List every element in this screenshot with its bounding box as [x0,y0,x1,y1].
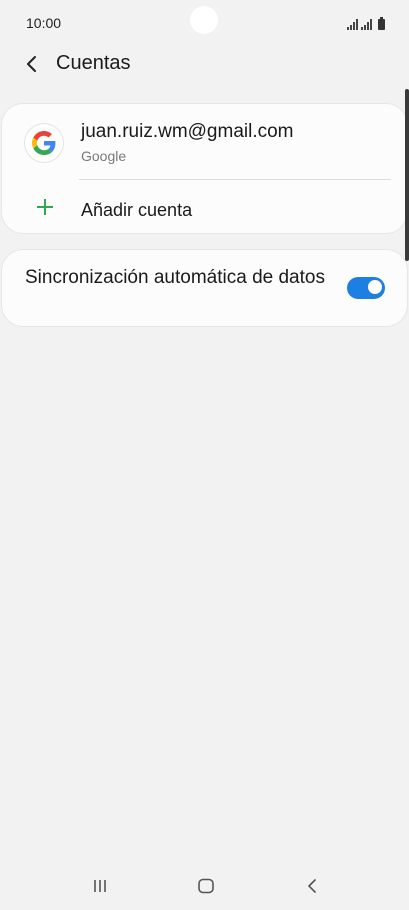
back-button[interactable] [16,48,48,80]
plus-icon [35,197,55,217]
auto-sync-card[interactable]: Sincronización automática de datos [1,249,408,327]
status-bar: 10:00 [0,0,409,46]
signal-icon [347,19,358,30]
add-account-label: Añadir cuenta [81,200,193,220]
battery-icon [378,17,385,30]
navigation-bar [0,862,409,910]
signal-icon [361,19,372,30]
toggle-knob [367,279,383,295]
status-time: 10:00 [26,15,62,31]
status-icons [347,16,385,30]
page-title: Cuentas [56,52,131,74]
recents-button[interactable] [88,876,112,896]
home-button[interactable] [194,876,218,896]
chevron-left-icon [27,56,36,72]
nav-back-icon [308,879,316,893]
google-logo-icon [25,124,63,162]
auto-sync-toggle[interactable] [347,277,385,299]
accounts-card: juan.ruiz.wm@gmail.com Google Añadir cue… [1,103,408,234]
app-bar: Cuentas [0,46,409,82]
home-icon [198,878,214,894]
nav-back-button[interactable] [300,876,324,896]
account-item-google[interactable]: juan.ruiz.wm@gmail.com Google [2,104,407,180]
add-account-button[interactable]: Añadir cuenta [2,180,407,235]
recents-icon [94,880,106,892]
auto-sync-label: Sincronización automática de datos [25,267,325,288]
camera-cutout [190,6,218,34]
account-email: juan.ruiz.wm@gmail.com [81,121,294,142]
account-type: Google [81,148,127,164]
scrollbar[interactable] [405,89,409,261]
